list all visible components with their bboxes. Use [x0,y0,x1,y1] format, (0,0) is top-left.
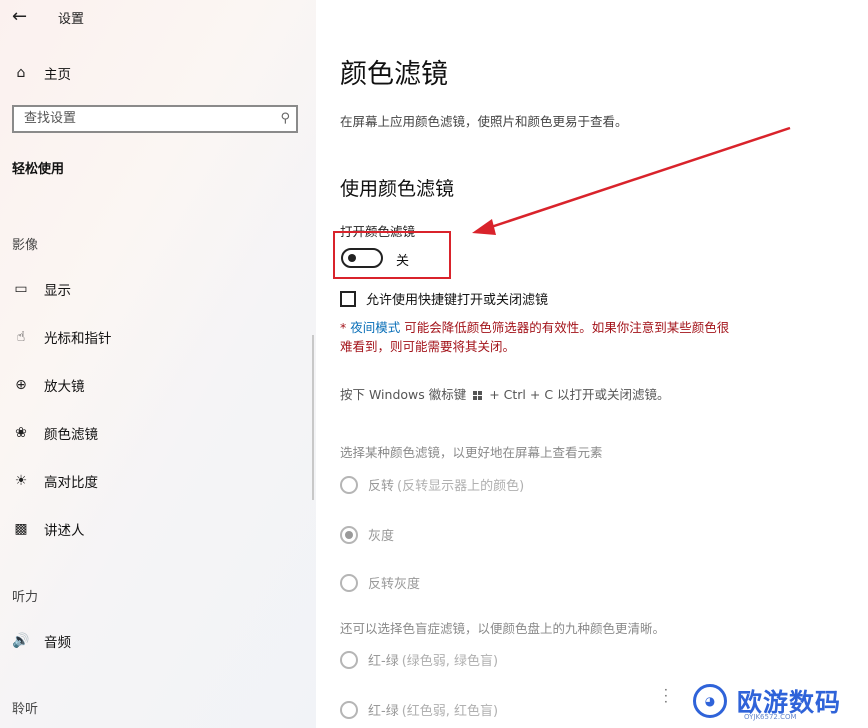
watermark-logo-icon: ◕ [693,684,727,718]
vertical-dots-icon: · · · [664,683,668,709]
annotation-arrow [472,126,791,235]
arrow-line [487,126,791,230]
watermark-sub: OYJK6572.COM [744,713,797,721]
arrow-head [472,219,496,235]
